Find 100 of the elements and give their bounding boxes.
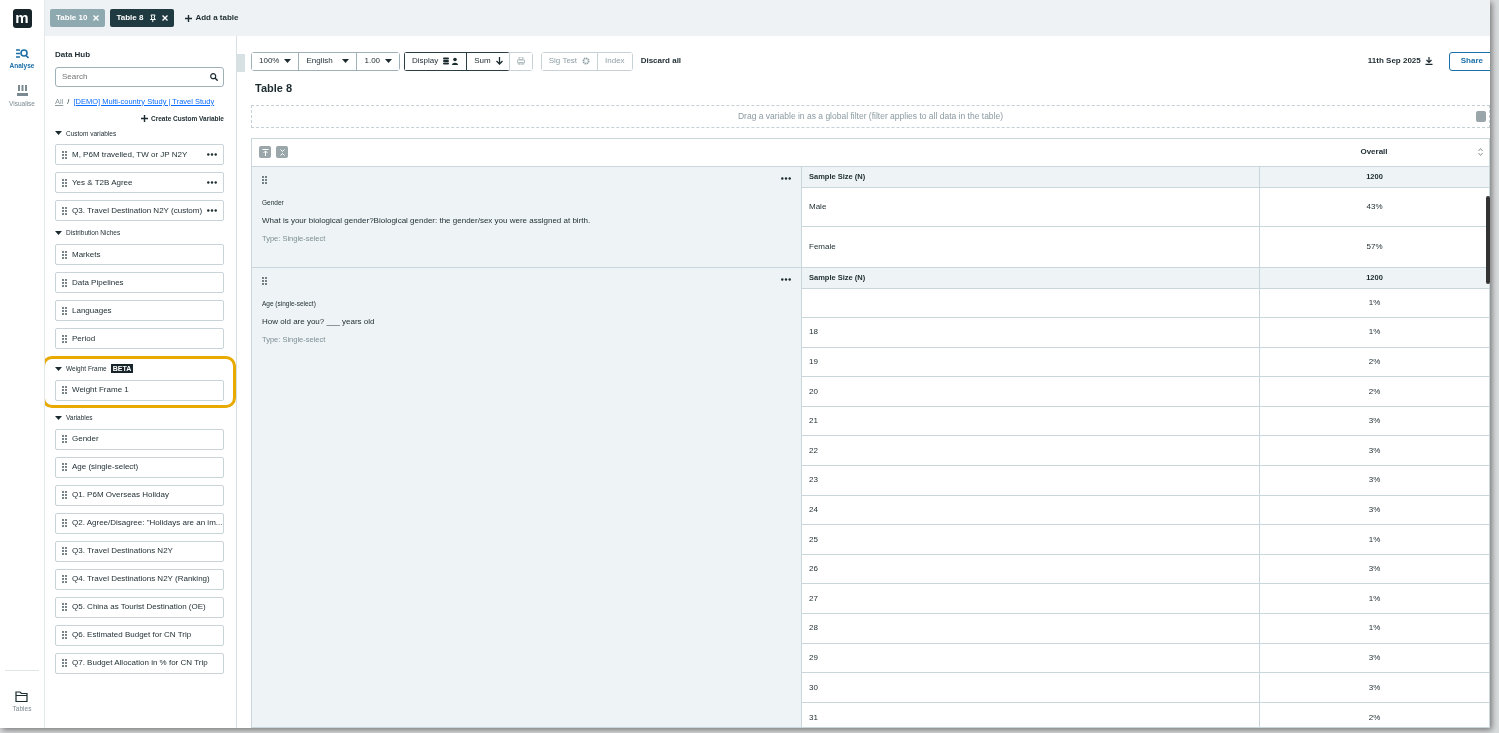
variable-item[interactable]: Data Pipelines (55, 272, 224, 294)
category-label: 22 (802, 436, 1260, 466)
grid-chart-icon (16, 84, 28, 97)
category-label: 31 (802, 702, 1260, 727)
drag-handle-icon (62, 603, 67, 612)
close-icon[interactable] (162, 15, 169, 21)
value-cell-text: 3% (1367, 444, 1382, 457)
value-cell-text: 1% (1367, 622, 1382, 635)
drag-handle-icon (62, 547, 67, 556)
drag-handle-icon (62, 178, 67, 187)
caret-icon (55, 366, 62, 371)
caret-icon (55, 415, 62, 420)
drag-handle-icon (62, 659, 67, 668)
variable-item[interactable]: Q3. Travel Destinations N2Y (55, 540, 224, 562)
table-tab[interactable]: Table 8 (110, 9, 175, 27)
panel-title: Data Hub (55, 50, 92, 60)
search-field[interactable]: Search (55, 66, 224, 87)
category-label: 23 (802, 466, 1260, 495)
column-header[interactable]: Overall (1360, 146, 1388, 158)
question-text: What is your biological gender?Biological gender: the gender/sex you were assigned at birth. (262, 215, 592, 228)
value-cell-text: 3% (1367, 503, 1382, 516)
more-icon[interactable] (207, 153, 217, 157)
drag-handle-icon (62, 306, 67, 315)
logo[interactable]: m (12, 9, 32, 28)
expand-icon (278, 148, 286, 156)
drag-handle-icon (62, 575, 67, 584)
variable-item[interactable]: Period (55, 328, 224, 350)
variable-item[interactable]: M, P6M travelled, TW or JP N2Y (55, 144, 224, 166)
variable-item[interactable]: Q1. P6M Overseas Holiday (55, 484, 224, 506)
category-label: 19 (802, 347, 1260, 377)
value-cell-text: 1% (1367, 296, 1382, 309)
value-cell-text: 57% (1365, 240, 1384, 253)
drag-handle-icon (62, 206, 67, 215)
value-cell-text: 1% (1367, 592, 1382, 605)
expand-button[interactable] (276, 146, 288, 158)
add-table-button[interactable]: Add a table (179, 11, 245, 25)
people-icon (443, 57, 460, 65)
gear-icon (582, 57, 591, 65)
category-label: 21 (802, 406, 1260, 436)
arrow-up-icon (261, 148, 269, 156)
category-label: 29 (802, 643, 1260, 673)
variable-item[interactable]: Q7. Budget Allocation in % for CN Trip (55, 652, 224, 674)
drag-handle-icon (62, 334, 67, 343)
drag-handle[interactable] (1476, 110, 1486, 122)
collapse-top-button[interactable] (259, 146, 271, 158)
dropdown[interactable]: 100% (252, 52, 300, 70)
more-icon[interactable] (781, 176, 791, 180)
value-cell-text: 2% (1367, 711, 1382, 724)
category-label: 28 (802, 614, 1260, 643)
variable-item[interactable]: Age (single-select) (55, 456, 224, 478)
collapse-handle[interactable] (237, 54, 245, 72)
category-label: 18 (802, 318, 1260, 347)
value-cell-text: 1% (1367, 326, 1382, 339)
value-cell-text: 3% (1367, 563, 1382, 576)
variable-item[interactable]: Gender (55, 428, 224, 450)
question-text: How old are you? ___ years old (262, 316, 376, 329)
arrow-down-icon (495, 57, 503, 65)
variable-item[interactable]: Q4. Travel Destinations N2Y (Ranking) (55, 568, 224, 590)
plus-icon (185, 14, 193, 22)
drag-handle-icon (62, 150, 67, 159)
variable-item[interactable]: Weight Frame 1 (55, 379, 224, 401)
category-label: 24 (802, 495, 1260, 525)
more-icon[interactable] (781, 277, 791, 281)
sort-icon[interactable] (1478, 148, 1483, 156)
search-icon (210, 72, 218, 81)
value-cell-text: 2% (1367, 356, 1382, 368)
value-cell-text: 3% (1367, 474, 1382, 487)
variable-item[interactable]: Markets (55, 244, 224, 266)
value-cell-text: 1% (1367, 533, 1382, 546)
more-icon[interactable] (207, 209, 218, 213)
drag-handle-icon (262, 277, 267, 286)
print-icon (516, 57, 525, 65)
download-icon (1424, 57, 1433, 65)
category-label: 26 (802, 554, 1260, 584)
variable-item[interactable]: Languages (55, 300, 224, 322)
variable-item[interactable]: Q6. Estimated Budget for CN Trip (55, 624, 224, 646)
caret-icon (385, 59, 393, 63)
download-date-button[interactable]: 11th Sep 2025 (1361, 54, 1439, 68)
category-label: 27 (802, 584, 1260, 614)
more-icon[interactable] (207, 181, 217, 185)
plus-icon (141, 115, 148, 123)
category-label: Female (802, 227, 1260, 267)
scrollbar-thumb[interactable] (1486, 196, 1490, 284)
analyse-icon (15, 48, 29, 59)
variable-item[interactable]: Q2. Agree/Disagree: "Holidays are an im... (55, 512, 224, 534)
category-label: 25 (802, 525, 1260, 554)
value-cell-text: 3% (1367, 651, 1382, 664)
variable-item[interactable]: Q3. Travel Destination N2Y (custom) (55, 200, 224, 222)
drag-handle-icon (62, 435, 67, 444)
value-cell-text: 2% (1367, 385, 1382, 398)
value-cell-text: 3% (1367, 681, 1382, 694)
discard-all-button[interactable]: Discard all (636, 55, 686, 67)
share-button[interactable]: Share (1448, 51, 1490, 71)
drag-handle-icon (62, 386, 67, 395)
folder-icon (15, 691, 29, 703)
caret-icon (284, 59, 292, 63)
variable-item[interactable]: Q5. China as Tourist Destination (OE) (55, 596, 224, 618)
display-button[interactable]: Display (405, 52, 468, 70)
value-cell-text: 43% (1365, 200, 1384, 213)
variable-item[interactable]: Yes & T2B Agree (55, 172, 224, 194)
